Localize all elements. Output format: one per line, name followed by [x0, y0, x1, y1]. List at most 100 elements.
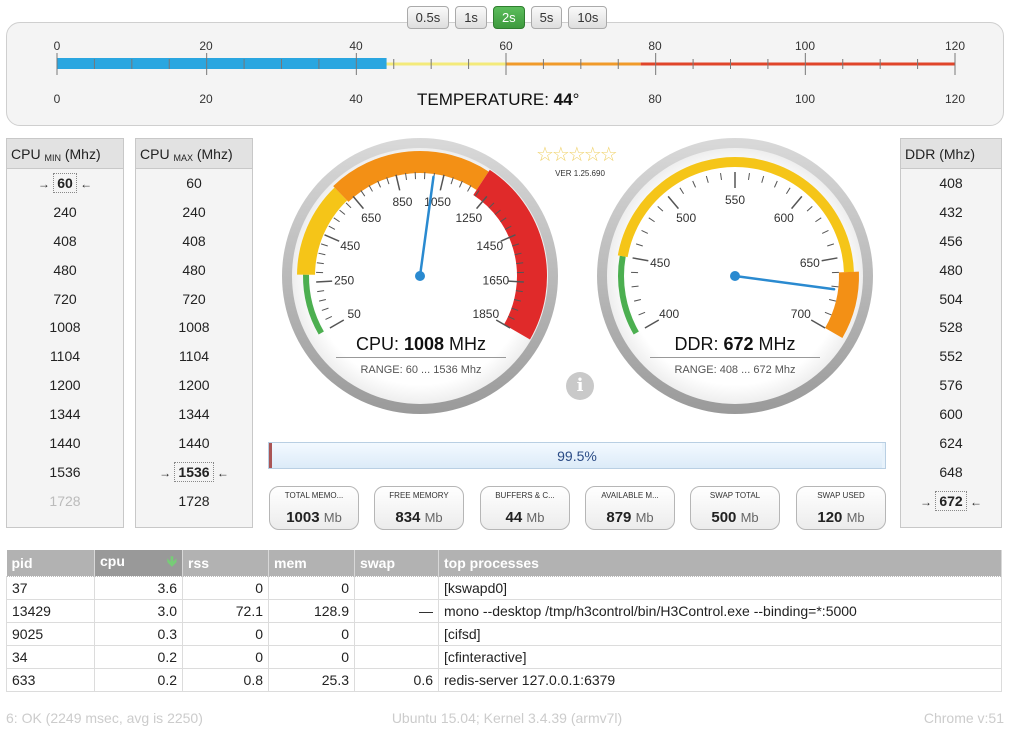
- temperature-caption: TEMPERATURE: 44°: [417, 90, 579, 110]
- cpu-usage-progress: 99.5%: [268, 442, 886, 469]
- temp-tick-label: 0: [53, 92, 61, 106]
- table-header-row: pid cpu 🡻 rss mem swap top processes: [6, 550, 1002, 576]
- selected-arrow-icon: →: [37, 177, 54, 191]
- freq-option[interactable]: 432: [901, 198, 1001, 227]
- freq-option[interactable]: 624: [901, 429, 1001, 458]
- freq-option-label: 504: [939, 290, 963, 307]
- freq-option-label: 408: [53, 232, 77, 249]
- column-top-processes[interactable]: top processes: [438, 550, 1002, 576]
- freq-option[interactable]: 1344: [136, 400, 252, 429]
- table-cell: mono --desktop /tmp/h3control/bin/H3Cont…: [438, 598, 1002, 623]
- progress-text: 99.5%: [557, 448, 597, 464]
- table-cell: 0: [268, 621, 355, 646]
- interval-2s-button[interactable]: 2s: [492, 6, 525, 29]
- freq-option[interactable]: → 1536 ←: [136, 458, 252, 487]
- column-cpu[interactable]: cpu 🡻: [94, 550, 183, 576]
- freq-option[interactable]: 1104: [7, 342, 123, 371]
- freq-option[interactable]: → 672 ←: [901, 487, 1001, 516]
- freq-option-label: 1344: [178, 406, 210, 423]
- freq-option-label: 624: [939, 435, 963, 452]
- gauge-tick: [316, 280, 333, 283]
- table-cell: 37: [6, 575, 95, 600]
- process-table: pid cpu 🡻 rss mem swap top processes 37 3.…: [6, 550, 1002, 692]
- table-cell: [cifsd]: [438, 621, 1002, 646]
- freq-option[interactable]: 1440: [7, 429, 123, 458]
- freq-option[interactable]: 1008: [7, 313, 123, 342]
- freq-option[interactable]: 576: [901, 371, 1001, 400]
- interval-5s-button[interactable]: 5s: [530, 6, 563, 29]
- freq-option[interactable]: 1728: [7, 487, 123, 516]
- rating-stars-icon[interactable]: ☆☆☆☆☆: [536, 142, 618, 167]
- sort-down-icon: 🡻: [166, 552, 177, 569]
- freq-option[interactable]: 480: [901, 256, 1001, 285]
- freq-option[interactable]: 648: [901, 458, 1001, 487]
- table-cell: 633: [6, 667, 95, 692]
- column-mem[interactable]: mem: [268, 550, 355, 576]
- table-cell: 34: [6, 644, 95, 669]
- freq-option-label: 1200: [178, 377, 210, 394]
- cpu-max-header: CPU MAX (Mhz): [136, 139, 252, 169]
- column-swap[interactable]: swap: [354, 550, 439, 576]
- freq-option[interactable]: 408: [7, 227, 123, 256]
- freq-option[interactable]: 408: [136, 227, 252, 256]
- freq-option[interactable]: 480: [7, 256, 123, 285]
- stat-buffers: BUFFERS & C... 44 Mb: [480, 486, 570, 530]
- gauge-tick-label: 500: [676, 211, 696, 225]
- temp-tick-label: 40: [349, 92, 363, 106]
- table-cell: 0.6: [354, 667, 439, 692]
- ddr-gauge-label: DDR:: [674, 334, 719, 354]
- interval-1s-button[interactable]: 1s: [455, 6, 487, 29]
- freq-option[interactable]: 1440: [136, 429, 252, 458]
- freq-option[interactable]: 456: [901, 227, 1001, 256]
- freq-option[interactable]: 504: [901, 285, 1001, 314]
- freq-option[interactable]: 480: [136, 256, 252, 285]
- ddr-gauge-caption: DDR: 672 MHz: [650, 334, 820, 358]
- freq-option[interactable]: 552: [901, 342, 1001, 371]
- cpu-gauge-label: CPU:: [355, 334, 399, 354]
- interval-0.5s-button[interactable]: 0.5s: [406, 6, 450, 29]
- freq-option[interactable]: 528: [901, 313, 1001, 342]
- interval-10s-button[interactable]: 10s: [568, 6, 608, 29]
- freq-option[interactable]: 1728: [136, 487, 252, 516]
- freq-option[interactable]: 600: [901, 400, 1001, 429]
- temperature-unit: °: [572, 90, 580, 109]
- cpu-max-list: CPU MAX (Mhz) 60 240 408 480 720 1008 1104 1200…: [135, 138, 253, 528]
- freq-option[interactable]: 1200: [7, 371, 123, 400]
- stat-label: SWAP TOTAL: [709, 491, 761, 500]
- temperature-panel: 0 20 40 60 80 100 120 0 20 40 80 100 120…: [6, 22, 1004, 126]
- cpu-gauge-range: RANGE: 60 ... 1536 Mhz: [360, 364, 482, 376]
- freq-option-label: 528: [939, 319, 963, 336]
- temp-tick-label: 80: [648, 92, 662, 106]
- freq-option-label: 1440: [49, 435, 81, 452]
- freq-option[interactable]: 240: [7, 198, 123, 227]
- freq-option[interactable]: 408: [901, 169, 1001, 198]
- ddr-items: 408 432 456 480 504 528 552 576 600 624 648 → 672 ←: [901, 169, 1001, 516]
- column-rss[interactable]: rss: [182, 550, 269, 576]
- freq-option[interactable]: → 60 ←: [7, 169, 123, 198]
- freq-option[interactable]: 1200: [136, 371, 252, 400]
- table-row: 9025 0.3 0 0 [cifsd]: [6, 621, 1002, 646]
- freq-option[interactable]: 240: [136, 198, 252, 227]
- table-cell: 0.2: [94, 667, 183, 692]
- freq-option[interactable]: 720: [7, 285, 123, 314]
- stat-label: AVAILABLE M...: [601, 491, 659, 500]
- gauge-tick-label: 650: [361, 211, 381, 225]
- cpu-max-unit: (Mhz): [196, 146, 233, 162]
- freq-option[interactable]: 1008: [136, 313, 252, 342]
- gauge-tick-label: 600: [774, 211, 794, 225]
- freq-option[interactable]: 60: [136, 169, 252, 198]
- column-pid[interactable]: pid: [6, 550, 95, 576]
- freq-option[interactable]: 1536: [7, 458, 123, 487]
- table-row: 13429 3.0 72.1 128.9— mono --desktop /tmp/h3…: [6, 598, 1002, 623]
- ddr-gauge: 400 450 500 550 600 650 700: [597, 138, 873, 414]
- table-cell: [354, 575, 439, 600]
- table-cell: 0.8: [182, 667, 269, 692]
- freq-option[interactable]: 720: [136, 285, 252, 314]
- freq-option[interactable]: 1344: [7, 400, 123, 429]
- freq-option-label: 1008: [49, 319, 81, 336]
- info-icon[interactable]: i: [566, 372, 594, 400]
- cpu-min-unit: (Mhz): [64, 146, 101, 162]
- freq-option-label: 1008: [178, 319, 210, 336]
- table-cell: [kswapd0]: [438, 575, 1002, 600]
- freq-option[interactable]: 1104: [136, 342, 252, 371]
